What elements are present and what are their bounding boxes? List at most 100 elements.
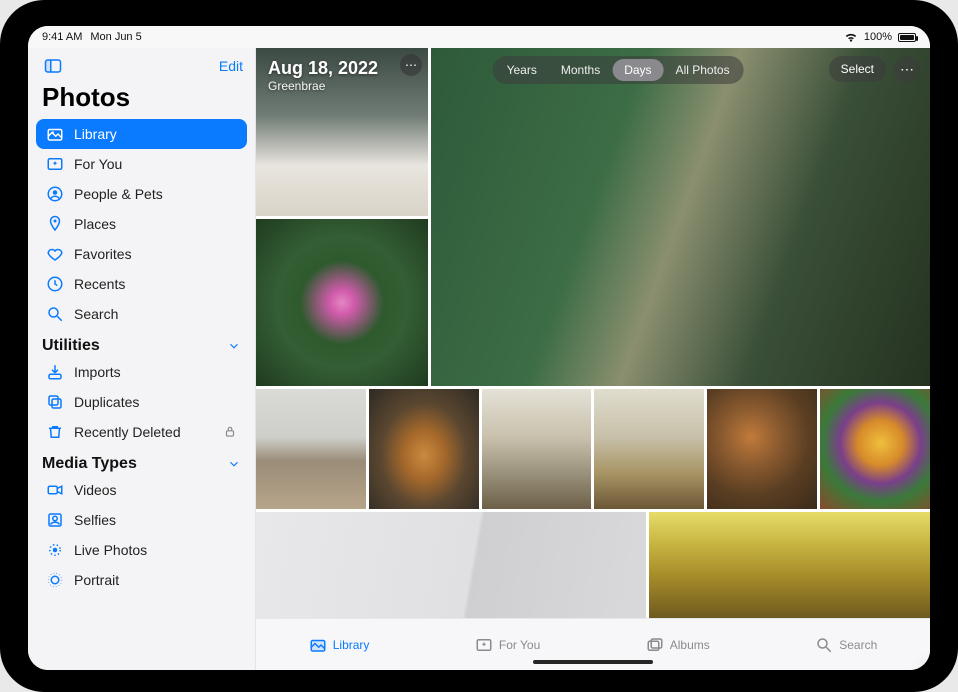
person-circle-icon [46,185,64,203]
sidebar-section-media-types[interactable]: Media Types [28,447,255,475]
photo-tile-hero[interactable] [431,48,930,386]
photo-tile[interactable] [256,219,428,387]
sidebar-item-for-you[interactable]: For You [36,149,247,179]
sidebar-item-label: Portrait [74,572,119,588]
tab-search[interactable]: Search [807,632,885,658]
sidebar-item-label: For You [74,156,122,172]
sidebar-item-people-pets[interactable]: People & Pets [36,179,247,209]
sidebar-section-title: Utilities [42,337,100,355]
status-date: Mon Jun 5 [90,31,141,43]
pin-icon [46,215,64,233]
view-segmented-control: Years Months Days All Photos [493,56,744,84]
import-icon [46,363,64,381]
sidebar-main-list: Library For You People & Pets [28,119,255,329]
sidebar-item-label: Videos [74,482,117,498]
clock-icon [46,275,64,293]
search-icon [815,636,833,654]
portrait-icon [46,571,64,589]
segment-all-photos[interactable]: All Photos [664,59,742,81]
sidebar-section-title: Media Types [42,455,137,473]
sidebar-mediatypes-list: Videos Selfies Live Photos [28,475,255,595]
status-bar: 9:41 AM Mon Jun 5 100% [28,26,930,48]
sidebar-item-videos[interactable]: Videos [36,475,247,505]
video-icon [46,481,64,499]
photo-tile[interactable] [482,389,592,509]
photo-tile[interactable] [256,389,366,509]
selfie-icon [46,511,64,529]
sidebar-item-portrait[interactable]: Portrait [36,565,247,595]
sidebar-item-label: Places [74,216,116,232]
sidebar-item-recently-deleted[interactable]: Recently Deleted [36,417,247,447]
sidebar-toggle-button[interactable] [40,56,66,76]
sidebar-item-label: Library [74,126,117,142]
sidebar-item-label: Imports [74,364,121,380]
battery-percent: 100% [864,31,892,43]
select-button[interactable]: Select [829,56,886,82]
device-frame: 9:41 AM Mon Jun 5 100% Edit [0,0,958,692]
photo-grid: ⋯ [256,48,930,618]
segment-months[interactable]: Months [549,59,612,81]
tab-label: Albums [670,638,710,652]
sidebar-item-imports[interactable]: Imports [36,357,247,387]
sidebar-item-favorites[interactable]: Favorites [36,239,247,269]
tab-label: Search [839,638,877,652]
sidebar-item-label: Selfies [74,512,116,528]
lock-icon [223,425,237,439]
sidebar-item-label: Recently Deleted [74,424,181,440]
segment-days[interactable]: Days [612,59,663,81]
chevron-down-icon [227,457,241,471]
tab-albums[interactable]: Albums [638,632,718,658]
app-title: Photos [28,78,255,119]
status-time: 9:41 AM [42,31,82,43]
photo-tile[interactable] [820,389,930,509]
sidebar-utilities-list: Imports Duplicates Recently Deleted [28,357,255,447]
ellipsis-icon: ⋯ [405,58,417,72]
sidebar-item-label: Recents [74,276,125,292]
albums-icon [646,636,664,654]
sidebar-item-search[interactable]: Search [36,299,247,329]
photo-tile[interactable] [594,389,704,509]
sidebar: Edit Photos Library For You [28,48,256,670]
date-header[interactable]: Aug 18, 2022 Greenbrae [268,58,378,93]
sidebar-item-places[interactable]: Places [36,209,247,239]
wifi-icon [844,30,858,44]
sidebar-item-recents[interactable]: Recents [36,269,247,299]
live-photo-icon [46,541,64,559]
home-indicator[interactable] [533,660,653,664]
main-content: Aug 18, 2022 Greenbrae Years Months Days… [256,48,930,670]
segment-years[interactable]: Years [495,59,549,81]
photo-library-icon [309,636,327,654]
photo-tile[interactable] [707,389,817,509]
photo-tile[interactable] [369,389,479,509]
photo-library-icon [46,125,64,143]
sidebar-item-library[interactable]: Library [36,119,247,149]
sidebar-item-selfies[interactable]: Selfies [36,505,247,535]
location-label: Greenbrae [268,79,378,93]
sidebar-item-live-photos[interactable]: Live Photos [36,535,247,565]
chevron-down-icon [227,339,241,353]
tile-more-button[interactable]: ⋯ [400,54,422,76]
trash-icon [46,423,64,441]
more-button[interactable]: ⋯ [894,56,920,82]
ellipsis-icon: ⋯ [900,61,914,78]
photo-tile[interactable] [649,512,930,618]
sidebar-item-label: Duplicates [74,394,139,410]
battery-icon [898,33,916,42]
sparkle-card-icon [475,636,493,654]
heart-icon [46,245,64,263]
sidebar-item-label: People & Pets [74,186,163,202]
photo-grid-wrap: Aug 18, 2022 Greenbrae Years Months Days… [256,48,930,618]
tab-library[interactable]: Library [301,632,378,658]
sidebar-item-label: Search [74,306,118,322]
tab-label: Library [333,638,370,652]
sparkle-card-icon [46,155,64,173]
tab-for-you[interactable]: For You [467,632,548,658]
sidebar-section-utilities[interactable]: Utilities [28,329,255,357]
photo-tile[interactable] [256,512,646,618]
tab-label: For You [499,638,540,652]
edit-button[interactable]: Edit [219,58,243,74]
sidebar-item-label: Favorites [74,246,132,262]
date-label: Aug 18, 2022 [268,58,378,79]
sidebar-item-duplicates[interactable]: Duplicates [36,387,247,417]
screen: 9:41 AM Mon Jun 5 100% Edit [28,26,930,670]
